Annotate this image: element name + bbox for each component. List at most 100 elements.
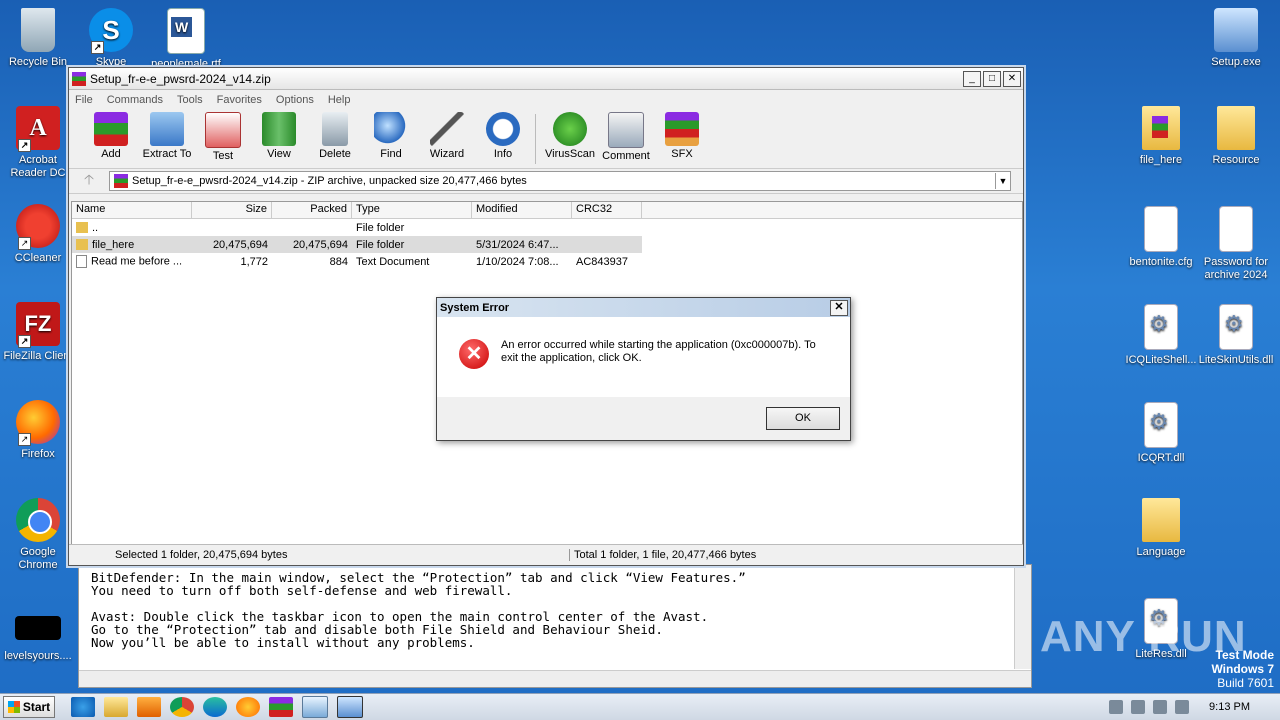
- edge-icon[interactable]: [203, 697, 227, 717]
- system-error-dialog: System Error ✕ ✕ An error occurred while…: [436, 297, 851, 441]
- desktop-icon-peoplemale[interactable]: peoplemale.rtf: [148, 8, 224, 71]
- toolbar-label: Test: [212, 150, 234, 162]
- menu-file[interactable]: File: [75, 94, 93, 106]
- start-button[interactable]: Start: [3, 696, 55, 718]
- setup-icon[interactable]: [337, 696, 363, 718]
- add-button[interactable]: Add: [83, 110, 139, 160]
- horizontal-scrollbar[interactable]: [79, 670, 1031, 687]
- column-header-crc32[interactable]: CRC32: [572, 202, 642, 218]
- menu-favorites[interactable]: Favorites: [217, 94, 262, 106]
- test-mode-notice: Test Mode Windows 7 Build 7601: [1211, 648, 1274, 690]
- column-header-type[interactable]: Type: [352, 202, 472, 218]
- view-button[interactable]: View: [251, 110, 307, 160]
- desktop-icon-setup-exe[interactable]: Setup.exe: [1198, 8, 1274, 69]
- shortcut-arrow-icon: ↗: [18, 335, 31, 348]
- menu-commands[interactable]: Commands: [107, 94, 163, 106]
- notepad-text[interactable]: BitDefender: In the main window, select …: [91, 571, 1031, 649]
- media-player-icon[interactable]: [137, 697, 161, 717]
- setup-exe-icon: [1214, 8, 1258, 52]
- desktop-icon-ccleaner[interactable]: ↗ CCleaner: [0, 204, 76, 265]
- notepad-icon[interactable]: [302, 696, 328, 718]
- sfx-button[interactable]: SFX: [654, 110, 710, 160]
- chevron-down-icon[interactable]: ▼: [995, 173, 1010, 189]
- folder-icon: [1142, 498, 1180, 542]
- virusscan-button[interactable]: VirusScan: [542, 110, 598, 160]
- desktop-icon-password[interactable]: Password for archive 2024: [1198, 206, 1274, 282]
- toolbar-label: View: [267, 148, 291, 160]
- column-header-size[interactable]: Size: [192, 202, 272, 218]
- action-center-flag-icon[interactable]: [1175, 700, 1190, 714]
- up-arrow-icon[interactable]: 🡡: [69, 169, 109, 193]
- dialog-close-button[interactable]: ✕: [830, 299, 848, 316]
- desktop-icon-language[interactable]: Language: [1123, 498, 1199, 559]
- desktop-icon-levelsyours[interactable]: levelsyours....: [0, 606, 76, 663]
- ie-icon[interactable]: [71, 697, 95, 717]
- window-titlebar[interactable]: Setup_fr-e-e_pwsrd-2024_v14.zip _ □ ✕: [69, 68, 1023, 90]
- desktop-icon-firefox[interactable]: ↗ Firefox: [0, 400, 76, 461]
- desktop-icon-acrobat[interactable]: A ↗ Acrobat Reader DC: [0, 106, 76, 180]
- desktop-icon-filezilla[interactable]: FZ ↗ FileZilla Client: [0, 302, 76, 363]
- cell-type: Text Document: [356, 255, 430, 268]
- column-header-packed[interactable]: Packed: [272, 202, 352, 218]
- test-button[interactable]: Test: [195, 110, 251, 162]
- table-row[interactable]: Read me before ... 1,772 884 Text Docume…: [72, 253, 1022, 270]
- desktop-icon-bentonite[interactable]: bentonite.cfg: [1123, 206, 1199, 269]
- ok-button[interactable]: OK: [766, 407, 840, 430]
- minimize-button[interactable]: _: [963, 70, 981, 87]
- toolbar-separator: [535, 114, 536, 164]
- firefox-icon[interactable]: [236, 697, 260, 717]
- column-header-name[interactable]: Name: [72, 202, 192, 218]
- path-field[interactable]: Setup_fr-e-e_pwsrd-2024_v14.zip - ZIP ar…: [109, 171, 1011, 191]
- black-file-icon: [15, 616, 61, 640]
- table-row[interactable]: file_here 20,475,694 20,475,694 File fol…: [72, 236, 642, 253]
- shortcut-arrow-icon: ↗: [18, 433, 31, 446]
- explorer-icon[interactable]: [104, 697, 128, 717]
- desktop-icon-file-here[interactable]: file_here: [1123, 106, 1199, 167]
- desktop-icon-resource[interactable]: Resource: [1198, 106, 1274, 167]
- notepad-window[interactable]: BitDefender: In the main window, select …: [78, 564, 1032, 688]
- delete-button[interactable]: Delete: [307, 110, 363, 160]
- chrome-icon[interactable]: [170, 697, 194, 717]
- close-button[interactable]: ✕: [1003, 70, 1021, 87]
- menu-tools[interactable]: Tools: [177, 94, 203, 106]
- show-hidden-icons-icon[interactable]: [1109, 700, 1124, 714]
- clock[interactable]: 9:13 PM: [1209, 701, 1250, 713]
- cell-size: 20,475,694: [212, 238, 268, 251]
- info-button[interactable]: Info: [475, 110, 531, 160]
- wizard-button[interactable]: Wizard: [419, 110, 475, 160]
- menu-help[interactable]: Help: [328, 94, 351, 106]
- test-mode-line: Windows 7: [1211, 662, 1274, 676]
- menu-options[interactable]: Options: [276, 94, 314, 106]
- dialog-titlebar[interactable]: System Error ✕: [437, 298, 850, 317]
- recycle-bin-icon: [21, 8, 55, 52]
- path-text: Setup_fr-e-e_pwsrd-2024_v14.zip - ZIP ar…: [132, 175, 527, 187]
- cell-type: File folder: [356, 221, 405, 234]
- desktop-icon-icqrt[interactable]: ICQRT.dll: [1123, 402, 1199, 465]
- cell-name-text: file_here: [92, 238, 135, 251]
- extract-to-button[interactable]: Extract To: [139, 110, 195, 160]
- skype-icon: S ↗: [89, 8, 133, 54]
- desktop-icon-icqliteshell[interactable]: ICQLiteShell...: [1123, 304, 1199, 367]
- file-icon: [1219, 206, 1253, 252]
- comment-button[interactable]: Comment: [598, 110, 654, 162]
- table-row[interactable]: .. File folder: [72, 219, 1022, 236]
- speaker-icon[interactable]: [1131, 700, 1146, 714]
- cell-size: 1,772: [240, 255, 268, 268]
- desktop-icon-liteskinutils[interactable]: LiteSkinUtils.dll: [1198, 304, 1274, 367]
- trash-icon: [322, 112, 348, 146]
- desktop-icon-label: Resource: [1212, 154, 1260, 166]
- text-document-icon: [76, 255, 87, 268]
- bug-icon: [553, 112, 587, 146]
- find-button[interactable]: Find: [363, 110, 419, 160]
- desktop-icon-skype[interactable]: S ↗ Skype: [73, 8, 149, 69]
- desktop-icon-chrome[interactable]: Google Chrome: [0, 498, 76, 572]
- desktop-icon-recycle-bin[interactable]: Recycle Bin: [0, 8, 76, 69]
- network-icon[interactable]: [1153, 700, 1168, 714]
- desktop-icon-label: Google Chrome: [18, 546, 58, 571]
- cell-name: file_here: [72, 239, 192, 251]
- maximize-button[interactable]: □: [983, 70, 1001, 87]
- vertical-scrollbar[interactable]: [1014, 565, 1031, 669]
- column-header-modified[interactable]: Modified: [472, 202, 572, 218]
- winrar-icon[interactable]: [269, 697, 293, 717]
- magnifier-icon: [374, 112, 408, 146]
